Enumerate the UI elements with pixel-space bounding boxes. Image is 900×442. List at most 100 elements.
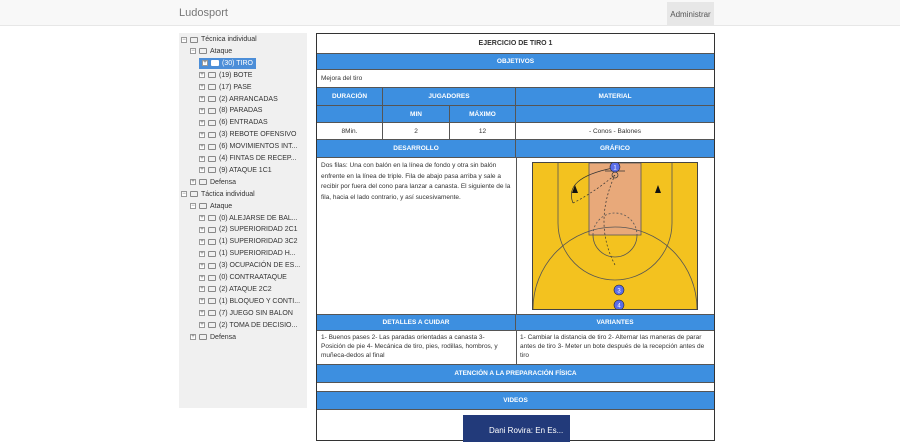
tree-node[interactable]: + (2) TOMA DE DECISIO... [199,320,297,331]
expand-icon[interactable]: + [199,226,205,233]
folder-icon [208,238,216,245]
expand-icon[interactable]: + [190,179,196,186]
tree-node-label: Ataque [210,47,233,55]
expand-icon[interactable]: + [199,310,205,317]
tree-node[interactable]: + (2) ARRANCADAS [199,94,278,105]
admin-menu-button[interactable]: Administrar [667,2,714,26]
tree-node-label: (1) SUPERIORIDAD 3C2 [219,238,298,246]
tree-node-label: (19) BOTE [219,71,253,79]
tree-node[interactable]: + (2) SUPERIORIDAD 2C1 [199,224,298,235]
objectives-text: Mejora del tiro [321,75,363,82]
folder-icon [211,60,219,67]
min-header: MIN [383,106,450,122]
expand-icon[interactable]: + [199,298,205,305]
collapse-icon[interactable]: − [181,36,187,43]
tree-node-label: (9) ATAQUE 1C1 [219,166,272,174]
expand-icon[interactable]: + [199,167,205,174]
tree-node[interactable]: + (6) ENTRADAS [199,117,268,128]
tree-node-label: Táctica individual [201,190,255,198]
tree-node[interactable]: + (0) CONTRAATAQUE [199,272,287,283]
tree-node-label: (8) PARADAS [219,107,263,115]
tree-node[interactable]: + (1) SUPERIORIDAD H... [199,248,296,259]
tree-node-label: (1) SUPERIORIDAD H... [219,250,296,258]
tree-node-label: (6) ENTRADAS [219,119,268,127]
folder-icon [199,334,207,340]
max-header: MÁXIMO [450,106,516,122]
folder-icon [208,322,216,329]
tree-node[interactable]: + (30) TIRO [199,57,256,69]
min-value: 2 [383,123,450,139]
tree-node[interactable]: + Defensa [190,332,236,343]
tree-node-label: (17) PASE [219,83,252,91]
collapse-icon[interactable]: − [181,191,187,198]
brand-link[interactable]: Ludosport [179,7,228,19]
tree-node[interactable]: + (7) JUEGO SIN BALON [199,308,293,319]
tree-node[interactable]: + (17) PASE [199,82,252,93]
expand-icon[interactable]: + [199,84,205,91]
expand-icon[interactable]: + [199,322,205,329]
expand-icon[interactable]: + [199,72,205,79]
expand-icon[interactable]: + [199,155,205,162]
grafico-header: GRÁFICO [600,145,630,152]
expand-icon[interactable]: + [199,250,205,257]
tree-node[interactable]: + (19) BOTE [199,70,252,81]
tree-node[interactable]: + Defensa [190,177,236,188]
folder-icon [208,226,216,233]
tree-node[interactable]: + (8) PARADAS [199,105,262,116]
videos-header: VIDEOS [317,392,714,410]
folder-icon [208,96,216,102]
tree-node[interactable]: + (2) ATAQUE 2C2 [199,284,272,295]
folder-icon [208,167,216,174]
folder-icon [190,191,198,198]
exercise-panel: EJERCICIO DE TIRO 1 OBJETIVOS Mejora del… [316,33,715,442]
tree-node[interactable]: − Ataque [190,46,232,57]
detalles-row: 1- Buenos pases 2- Las paradas orientada… [317,331,714,365]
expand-icon[interactable]: + [199,286,205,293]
tree-node[interactable]: − Ataque [190,201,232,212]
desarrollo-header-row: DESARROLLO GRÁFICO [317,140,714,158]
tree-node-label: (3) OCUPACIÓN DE ES... [219,262,301,270]
expand-icon[interactable]: + [199,131,205,138]
expand-icon[interactable]: + [199,238,205,245]
folder-icon [208,131,216,138]
expand-icon[interactable]: + [199,215,205,221]
expand-icon[interactable]: + [199,96,205,102]
tree-node[interactable]: + (9) ATAQUE 1C1 [199,165,272,176]
collapse-icon[interactable]: − [190,203,196,210]
expand-icon[interactable]: + [199,143,205,150]
folder-icon [208,143,216,150]
tree-node[interactable]: + (4) FINTAS DE RECEP... [199,153,297,164]
tree-node[interactable]: + (1) SUPERIORIDAD 3C2 [199,236,298,247]
expand-icon[interactable]: + [190,334,196,340]
folder-icon [208,286,216,293]
tree-node[interactable]: + (3) REBOTE OFENSIVO [199,129,296,140]
variantes-text: 1- Cambiar la distancia de tiro 2- Alter… [520,334,705,359]
table-header-row: DURACIÓN JUGADORES MATERIAL [317,88,714,106]
tree-node[interactable]: + (0) ALEJARSE DE BAL... [199,213,298,224]
court-diagram: 1 3 4 [532,161,698,311]
tree-node[interactable]: − Técnica individual [181,34,257,45]
tree-node-label: (2) TOMA DE DECISIO... [219,321,298,329]
variantes-header: VARIANTES [596,319,634,326]
collapse-icon[interactable]: − [190,48,196,55]
folder-icon [208,298,216,305]
folder-icon [199,203,207,210]
tree-node-label: (1) BLOQUEO Y CONTI... [219,297,301,305]
folder-icon [208,72,216,79]
tree-node-label: Técnica individual [201,36,257,43]
tree-node-label: (3) REBOTE OFENSIVO [219,131,297,139]
tree-node[interactable]: + (1) BLOQUEO Y CONTI... [199,296,300,307]
expand-icon[interactable]: + [199,119,205,126]
duration-subheader-blank [317,106,383,122]
duration-header: DURACIÓN [317,88,383,105]
tree-node[interactable]: − Táctica individual [181,189,255,200]
tree-node[interactable]: + (3) OCUPACIÓN DE ES... [199,260,300,271]
material-subheader-blank [516,106,714,122]
video-thumbnail[interactable]: Dani Rovira: En Es... [463,415,570,442]
expand-icon[interactable]: + [199,107,205,114]
expand-icon[interactable]: + [199,262,205,269]
expand-icon[interactable]: + [202,60,208,67]
table-value-row: 8Min. 2 12 - Conos - Balones [317,123,714,140]
tree-node[interactable]: + (6) MOVIMIENTOS INT... [199,141,297,152]
expand-icon[interactable]: + [199,274,205,281]
